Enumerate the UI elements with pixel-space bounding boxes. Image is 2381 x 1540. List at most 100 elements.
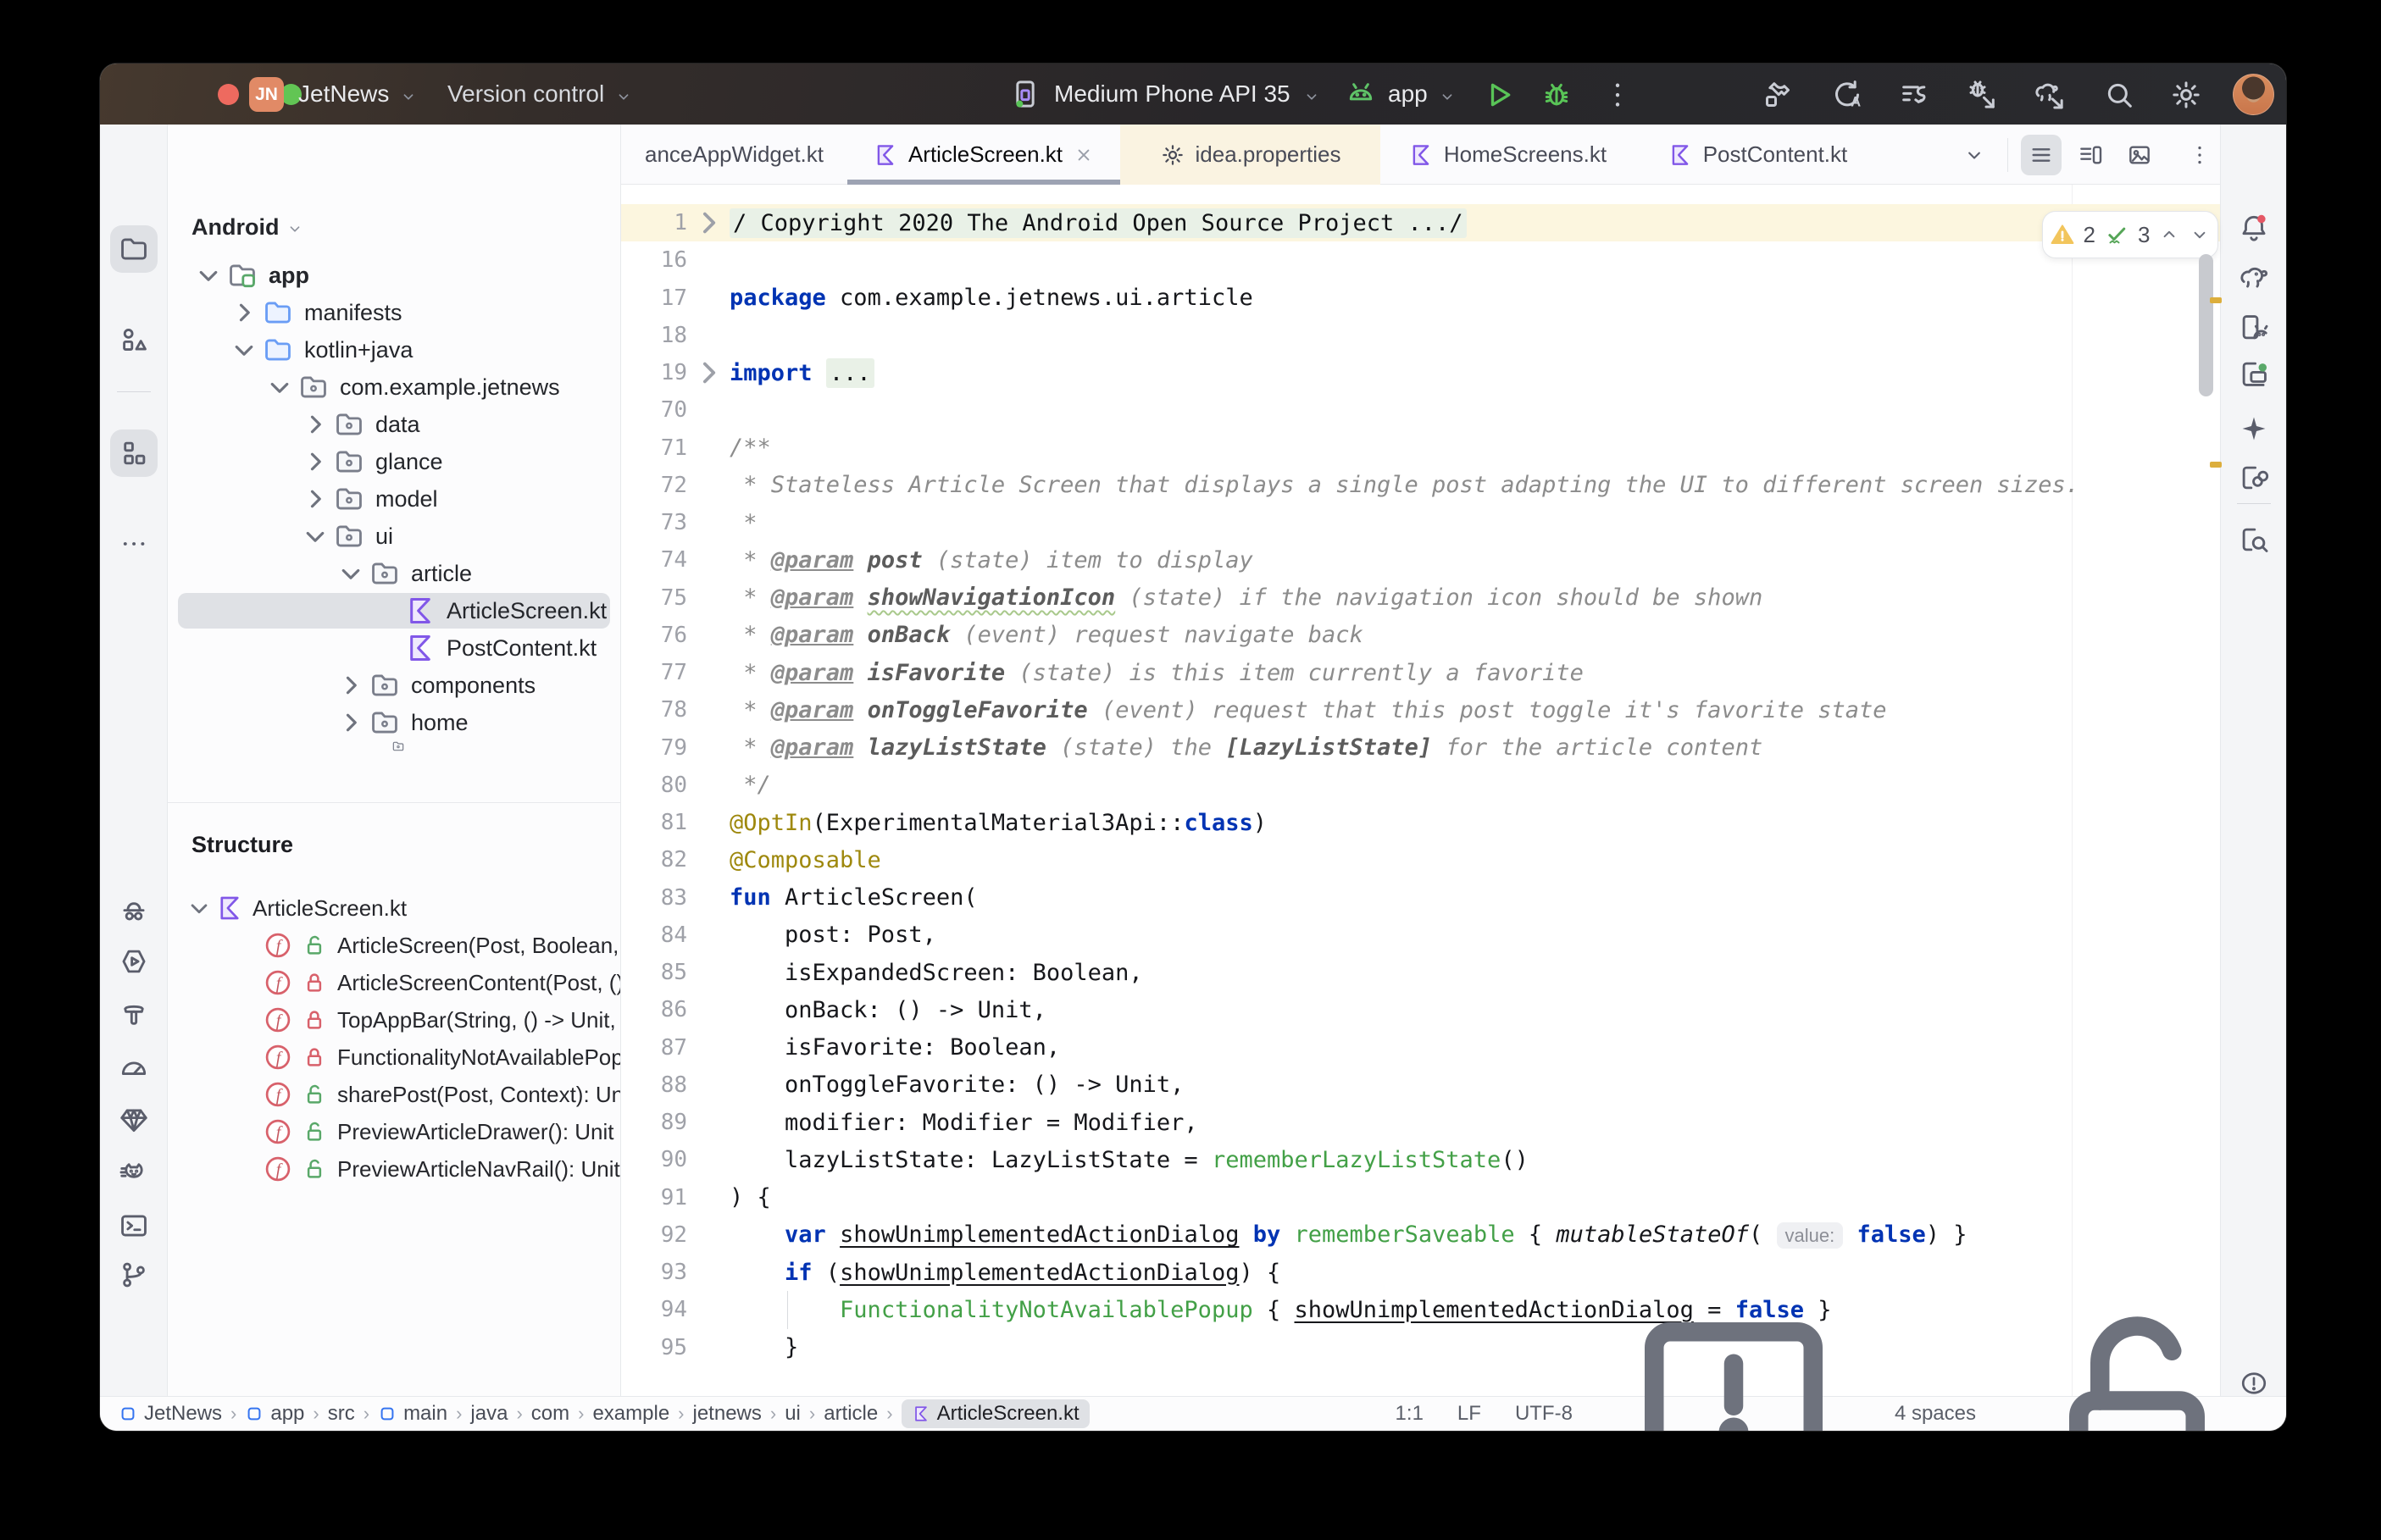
breadcrumb-item-src[interactable]: src: [328, 1402, 355, 1426]
more-horizontal-button[interactable]: [110, 520, 158, 568]
code-view-button[interactable]: [2021, 134, 2062, 175]
tab-idea-properties[interactable]: idea.properties: [1120, 125, 1380, 185]
code-line-79[interactable]: 79 * @param lazyListState (state) the [L…: [621, 729, 2220, 767]
tree-item-com-example-jetnews[interactable]: com.example.jetnews: [168, 368, 620, 406]
file-encoding[interactable]: UTF-8: [1515, 1402, 1573, 1426]
device-selector[interactable]: Medium Phone API 35: [1008, 64, 1321, 125]
chevron-right-icon[interactable]: [297, 407, 333, 442]
breadcrumb-item-article[interactable]: article: [824, 1402, 878, 1426]
code-line-77[interactable]: 77 * @param isFavorite (state) is this i…: [621, 654, 2220, 691]
structure-item-articlescreencontent-post[interactable]: f ArticleScreenContent(Post, (): [168, 964, 620, 1001]
warning-stripe-mark[interactable]: [2210, 462, 2222, 468]
settings-button[interactable]: [2167, 75, 2206, 114]
hammer-button[interactable]: [110, 994, 158, 1036]
code-line-74[interactable]: 74 * @param post (state) item to display: [621, 541, 2220, 579]
code-line-92[interactable]: 92 var showUnimplementedActionDialog by …: [621, 1216, 2220, 1254]
chevron-down-icon[interactable]: [191, 258, 226, 293]
chevron-down-icon[interactable]: [226, 332, 262, 368]
breadcrumb-item-com[interactable]: com: [531, 1402, 569, 1426]
chevron-down-icon[interactable]: [297, 518, 333, 554]
code-line-80[interactable]: 80 */: [621, 767, 2220, 804]
device-android-button[interactable]: [2230, 306, 2278, 350]
chevron-down-icon[interactable]: [262, 369, 297, 405]
tab-articlescreen-kt[interactable]: ArticleScreen.kt: [847, 125, 1120, 185]
code-line-72[interactable]: 72 * Stateless Article Screen that displ…: [621, 467, 2220, 504]
editor-options-button[interactable]: [2179, 135, 2220, 175]
next-problem-icon[interactable]: [2189, 224, 2211, 246]
tab-overflow-button[interactable]: [1954, 135, 1995, 175]
chevron-right-icon[interactable]: [297, 444, 333, 479]
code-line-75[interactable]: 75 * @param showNavigationIcon (state) i…: [621, 579, 2220, 617]
bell-button[interactable]: [2230, 206, 2278, 250]
gemini-sparkle-button[interactable]: [2230, 407, 2278, 451]
speedometer-button[interactable]: [110, 1048, 158, 1090]
code-line-89[interactable]: 89 modifier: Modifier = Modifier,: [621, 1104, 2220, 1141]
breadcrumb-item-example[interactable]: example: [592, 1402, 669, 1426]
code-line-70[interactable]: 70: [621, 391, 2220, 429]
breadcrumb-item-java[interactable]: java: [470, 1402, 508, 1426]
chevron-right-icon[interactable]: [333, 668, 369, 703]
terminal-button[interactable]: [110, 1205, 158, 1247]
code-line-1[interactable]: 1 / Copyright 2020 The Android Open Sourc…: [621, 202, 2220, 244]
fold-arrow-icon[interactable]: [687, 202, 730, 244]
code-line-86[interactable]: 86 onBack: () -> Unit,: [621, 991, 2220, 1028]
breadcrumb-item-ui[interactable]: ui: [785, 1402, 801, 1426]
code-line-18[interactable]: 18: [621, 317, 2220, 354]
project-folder-button[interactable]: [109, 225, 158, 273]
chevron-right-icon[interactable]: [226, 295, 262, 330]
prev-problem-icon[interactable]: [2158, 224, 2180, 246]
project-selector[interactable]: JetNews: [298, 64, 418, 125]
inspections-widget[interactable]: 2 3: [2042, 211, 2218, 258]
tree-item-articlescreen-kt[interactable]: ArticleScreen.kt: [168, 592, 620, 629]
line-ending[interactable]: LF: [1457, 1402, 1481, 1426]
close-icon[interactable]: [1073, 144, 1095, 166]
search-button[interactable]: [2100, 75, 2139, 114]
structure-item-sharepost-post-context-un[interactable]: f sharePost(Post, Context): Un: [168, 1076, 620, 1113]
running-devices-button[interactable]: [2230, 352, 2278, 396]
incognito-button[interactable]: [110, 891, 158, 933]
breadcrumb-item-jetnews[interactable]: jetnews: [693, 1402, 762, 1426]
tree-item-article[interactable]: article: [168, 555, 620, 592]
unlock-icon[interactable]: [2010, 1284, 2264, 1431]
git-branch-button[interactable]: [110, 1254, 158, 1296]
structure-item-articlescreen-post-boolean[interactable]: f ArticleScreen(Post, Boolean,: [168, 927, 620, 964]
breadcrumb-item-articlescreen-kt[interactable]: ArticleScreen.kt: [901, 1399, 1090, 1428]
warning-count[interactable]: 2: [2084, 222, 2095, 248]
editor-scrollbar[interactable]: [2199, 254, 2213, 396]
device-explorer-button[interactable]: [2230, 518, 2278, 562]
fold-arrow-icon[interactable]: [687, 352, 730, 394]
build-hammer-button[interactable]: [1758, 75, 1797, 114]
code-line-85[interactable]: 85 isExpandedScreen: Boolean,: [621, 954, 2220, 991]
run-button[interactable]: [1479, 75, 1518, 114]
diamond-button[interactable]: [110, 1099, 158, 1141]
tree-item-kotlin-java[interactable]: kotlin+java: [168, 331, 620, 368]
structure-tool-button[interactable]: [109, 429, 158, 477]
warning-stripe-mark[interactable]: [2210, 297, 2222, 303]
code-line-73[interactable]: 73 *: [621, 504, 2220, 541]
code-line-81[interactable]: 81 @OptIn(ExperimentalMaterial3Api::class…: [621, 804, 2220, 841]
split-preview-button[interactable]: [2070, 135, 2111, 175]
tree-item-app[interactable]: app: [168, 257, 620, 294]
structure-item-previewarticlenavrail-unit[interactable]: f PreviewArticleNavRail(): Unit: [168, 1150, 620, 1188]
structure-item-articlescreen-kt[interactable]: ArticleScreen.kt: [168, 889, 620, 927]
logcat-cat-button[interactable]: [110, 1152, 158, 1194]
attach-debugger-button[interactable]: [1962, 75, 2001, 114]
tree-item-manifests[interactable]: manifests: [168, 294, 620, 331]
code-lines[interactable]: 1 / Copyright 2020 The Android Open Sourc…: [621, 185, 2220, 1366]
code-line-91[interactable]: 91) {: [621, 1179, 2220, 1216]
code-line-76[interactable]: 76 * @param onBack (event) request navig…: [621, 617, 2220, 654]
tree-item-ui[interactable]: ui: [168, 518, 620, 555]
tree-item-glance[interactable]: glance: [168, 443, 620, 480]
code-line-82[interactable]: 82 @Composable: [621, 841, 2220, 878]
gradle-elephant-button[interactable]: [2230, 255, 2278, 299]
more-run-options-button[interactable]: [1598, 75, 1637, 114]
project-view-selector[interactable]: Android: [191, 208, 304, 246]
code-line-88[interactable]: 88 onToggleFavorite: () -> Unit,: [621, 1066, 2220, 1104]
breadcrumb-item-app[interactable]: app: [245, 1402, 304, 1426]
code-line-71[interactable]: 71 /**: [621, 429, 2220, 467]
structure-item-previewarticledrawer-unit[interactable]: f PreviewArticleDrawer(): Unit: [168, 1113, 620, 1150]
profiler-button[interactable]: [1895, 75, 1934, 114]
design-preview-button[interactable]: [2119, 135, 2160, 175]
code-line-83[interactable]: 83 fun ArticleScreen(: [621, 879, 2220, 917]
tree-item-model[interactable]: model: [168, 480, 620, 518]
